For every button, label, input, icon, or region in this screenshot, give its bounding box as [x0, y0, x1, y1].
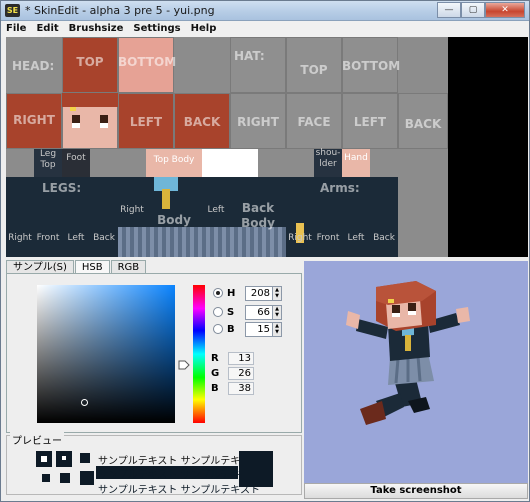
head-label: HEAD:: [12, 59, 55, 73]
hue-row: H 208 ▲ ▼: [213, 285, 282, 301]
arm-back-label: Back: [373, 233, 395, 243]
preview-sample-text-colored: サンプルテキスト サンプルテキスト: [98, 485, 260, 496]
blue-value: 38: [228, 381, 254, 395]
saturation-row: S 66 ▲ ▼: [213, 304, 282, 320]
hat-face-label: FACE: [297, 115, 331, 129]
leg-back-label: Back: [93, 233, 115, 243]
hue-slider[interactable]: [193, 285, 205, 423]
app-icon: SE: [5, 4, 20, 17]
menu-help[interactable]: Help: [186, 21, 222, 38]
preview-swatch: [60, 473, 70, 483]
leg-left-label: Left: [67, 233, 85, 243]
hue-radio[interactable]: [213, 288, 223, 298]
hue-label: H: [227, 287, 236, 299]
preview-swatch: [80, 471, 94, 485]
red-value: 13: [228, 351, 254, 365]
menu-settings[interactable]: Settings: [128, 21, 185, 38]
arm-front-label: Front: [316, 233, 340, 243]
saturation-input[interactable]: 66: [245, 304, 273, 320]
saturation-brightness-picker[interactable]: [37, 285, 175, 423]
saturation-radio[interactable]: [213, 307, 223, 317]
head-right-label: RIGHT: [13, 113, 55, 127]
arms-label: Arms:: [320, 181, 360, 195]
hat-bottom-label: BOTTOM: [342, 59, 401, 73]
preview-color-block: [239, 451, 273, 487]
blue-row: B 38: [211, 381, 254, 395]
window-title: * SkinEdit - alpha 3 pre 5 - yui.png: [25, 4, 215, 17]
red-row: R 13: [211, 351, 254, 365]
arm-right-label: Right: [288, 233, 312, 243]
brightness-spinner[interactable]: ▲ ▼: [273, 321, 282, 337]
hue-slider-arrow-icon[interactable]: [178, 360, 190, 370]
menu-bar: File Edit Brushsize Settings Help: [1, 21, 529, 38]
arm-left-label: Left: [347, 233, 365, 243]
minimize-button[interactable]: —: [437, 2, 461, 18]
brightness-label: B: [227, 323, 235, 335]
brightness-row: B 15 ▲ ▼: [213, 321, 282, 337]
hand-label: Hand: [344, 153, 368, 163]
shoulder-label: shou- lder: [315, 148, 341, 169]
head-bottom-label: BOTTOM: [118, 55, 177, 69]
body-right-label: Right: [120, 205, 144, 215]
red-label: R: [211, 352, 219, 364]
title-bar[interactable]: SE * SkinEdit - alpha 3 pre 5 - yui.png …: [1, 1, 529, 21]
take-screenshot-button[interactable]: Take screenshot: [304, 483, 528, 499]
leg-front-label: Front: [36, 233, 60, 243]
saturation-spinner[interactable]: ▲ ▼: [273, 304, 282, 320]
body-left-label: Left: [207, 205, 225, 215]
close-button[interactable]: ✕: [485, 2, 525, 18]
window-controls: — ▢ ✕: [437, 2, 525, 18]
body-front-label: Body: [157, 213, 191, 227]
maximize-button[interactable]: ▢: [461, 2, 485, 18]
back-body-label: Back Body: [241, 201, 275, 230]
menu-edit[interactable]: Edit: [31, 21, 63, 38]
preview-sample-text-highlighted: サンプルテキスト サンプルテキスト: [96, 466, 260, 481]
foot-label: Foot: [66, 153, 86, 163]
hat-left-label: LEFT: [353, 115, 387, 129]
color-picker-cursor[interactable]: [81, 399, 88, 406]
hue-spinner[interactable]: ▲ ▼: [273, 285, 282, 301]
tab-samples[interactable]: サンプル(S): [6, 260, 74, 274]
blue-label: B: [211, 382, 219, 394]
leg-top-label: Leg Top: [39, 149, 57, 170]
preview-swatch-inner: [62, 456, 66, 460]
color-chooser-tabs: サンプル(S) HSB RGB: [6, 260, 147, 274]
saturation-label: S: [227, 306, 235, 318]
green-value: 26: [228, 366, 254, 380]
head-back-label: BACK: [183, 115, 221, 129]
menu-brushsize[interactable]: Brushsize: [64, 21, 129, 38]
hue-input[interactable]: 208: [245, 285, 273, 301]
brightness-radio[interactable]: [213, 324, 223, 334]
green-row: G 26: [211, 366, 254, 380]
hat-label: HAT:: [234, 49, 265, 63]
brightness-input[interactable]: 15: [245, 321, 273, 337]
preview-title: プレビュー: [10, 432, 64, 447]
leg-right-label: Right: [8, 233, 32, 243]
hat-top-label: TOP: [300, 63, 328, 77]
preview-swatch: [42, 474, 50, 482]
3d-character-model[interactable]: [304, 261, 528, 483]
preview-swatch-inner: [41, 456, 47, 462]
canvas-overflow-area: [448, 37, 528, 257]
hat-right-label: RIGHT: [237, 115, 279, 129]
top-body-label: Top Body: [153, 155, 195, 165]
skin-texture-canvas[interactable]: HEAD: TOP BOTTOM HAT: TOP BOTTOM RIGHT L…: [6, 37, 448, 257]
preview-swatch: [80, 453, 90, 463]
preview-sample-text: サンプルテキスト サンプルテキスト: [98, 456, 260, 467]
legs-label: LEGS:: [42, 181, 82, 195]
hat-back-label: BACK: [404, 117, 442, 131]
green-label: G: [211, 367, 220, 379]
menu-file[interactable]: File: [1, 21, 31, 38]
tab-hsb[interactable]: HSB: [74, 260, 110, 274]
head-left-label: LEFT: [129, 115, 163, 129]
3d-model-view[interactable]: [304, 261, 528, 483]
head-top-label: TOP: [76, 55, 104, 69]
tab-rgb[interactable]: RGB: [110, 260, 147, 274]
